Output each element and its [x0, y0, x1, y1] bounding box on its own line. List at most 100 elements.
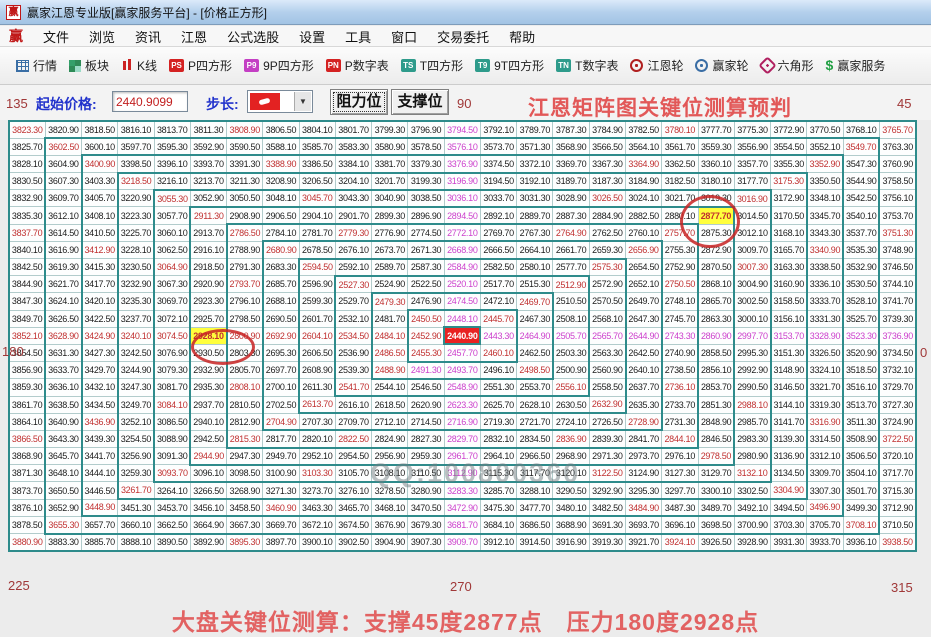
matrix-cell: 3374.50	[480, 155, 516, 172]
matrix-cell: 3938.50	[879, 534, 916, 551]
matrix-cell: 3916.90	[553, 534, 589, 551]
matrix-cell: 3079.30	[154, 362, 190, 379]
matrix-cell: 3504.10	[843, 465, 879, 482]
menu-item-0[interactable]: 文件	[33, 26, 79, 47]
matrix-cell: 3192.10	[517, 173, 553, 190]
matrix-cell: 3475.30	[480, 499, 516, 516]
matrix-cell: 2457.70	[444, 344, 480, 361]
matrix-cell: 3590.50	[227, 138, 263, 155]
matrix-cell: 3348.10	[807, 190, 843, 207]
matrix-cell: 2558.50	[589, 379, 625, 396]
matrix-cell: 2745.70	[662, 310, 698, 327]
matrix-cell: 3499.30	[843, 499, 879, 516]
matrix-cell: 2544.10	[372, 379, 408, 396]
matrix-cell: 3660.10	[118, 516, 154, 533]
tool-quotes-grid[interactable]: 行情	[10, 51, 63, 81]
matrix-cell: 2599.30	[299, 293, 335, 310]
matrix-cell: 2918.50	[190, 259, 226, 276]
matrix-cell: 2985.70	[734, 413, 770, 430]
matrix-cell: 3309.70	[807, 465, 843, 482]
matrix-cell: 3612.10	[45, 207, 81, 224]
matrix-cell: 3122.50	[589, 465, 625, 482]
tool-kline[interactable]: K线	[115, 51, 163, 81]
matrix-cell: 3506.50	[843, 448, 879, 465]
tool-p-table[interactable]: PNP数字表	[320, 51, 395, 81]
matrix-cell: 3518.50	[843, 362, 879, 379]
tool-nine-t-square[interactable]: T99T四方形	[469, 51, 550, 81]
matrix-cell: 3876.10	[9, 499, 45, 516]
matrix-row: 3859.303636.103432.103247.303081.702935.…	[9, 379, 916, 396]
matrix-cell: 2505.70	[553, 327, 589, 344]
matrix-cell: 3072.10	[154, 310, 190, 327]
matrix-cell: 2884.90	[589, 207, 625, 224]
nine-t-square-icon: T9	[475, 59, 490, 72]
combo-dropdown-arrow-icon[interactable]: ▼	[294, 92, 311, 111]
matrix-cell: 2580.10	[517, 259, 553, 276]
menu-item-1[interactable]: 浏览	[79, 26, 125, 47]
menu-item-5[interactable]: 设置	[289, 26, 335, 47]
menu-item-7[interactable]: 窗口	[381, 26, 427, 47]
matrix-cell: 2496.10	[480, 362, 516, 379]
menu-item-8[interactable]: 交易委托	[427, 26, 499, 47]
tool-p-square[interactable]: PSP四方形	[163, 51, 238, 81]
matrix-cell: 2709.70	[335, 413, 371, 430]
matrix-cell: 2731.30	[662, 413, 698, 430]
step-combobox[interactable]: ▼	[247, 90, 313, 113]
resistance-button[interactable]: 阻力位	[330, 89, 388, 115]
title-bar[interactable]: 赢 赢家江恩专业版[赢家服务平台] - [价格正方形]	[0, 0, 931, 25]
menu-item-2[interactable]: 资讯	[125, 26, 171, 47]
tool-hexagon[interactable]: 六角形	[755, 51, 820, 81]
matrix-cell: 3230.50	[118, 259, 154, 276]
matrix-cell: 3842.50	[9, 259, 45, 276]
matrix-cell: 3523.30	[843, 327, 879, 344]
tool-label: 板块	[85, 57, 109, 74]
matrix-cell: 2520.10	[444, 276, 480, 293]
tool-t-square[interactable]: TST四方形	[395, 51, 469, 81]
menu-item-4[interactable]: 公式选股	[217, 26, 289, 47]
matrix-cell: 2776.90	[372, 224, 408, 241]
matrix-cell: 2824.90	[372, 430, 408, 447]
tool-service-dollar[interactable]: $赢家服务	[820, 51, 892, 81]
matrix-cell: 2834.50	[517, 430, 553, 447]
matrix-cell: 2632.90	[589, 396, 625, 413]
matrix-cell: 3583.30	[335, 138, 371, 155]
tool-winner-wheel[interactable]: 赢家轮	[689, 51, 754, 81]
tool-sectors[interactable]: 板块	[63, 51, 115, 81]
matrix-cell: 2968.90	[553, 448, 589, 465]
matrix-cell: 3768.10	[843, 121, 879, 138]
tool-nine-p-square[interactable]: P9 9P四方形	[238, 51, 320, 81]
support-button[interactable]: 支撑位	[391, 89, 449, 115]
menu-item-6[interactable]: 工具	[335, 26, 381, 47]
tool-label: 9P四方形	[263, 57, 314, 74]
p-table-icon: PN	[326, 59, 341, 72]
matrix-cell: 3684.10	[480, 516, 516, 533]
pressure-level-ellipse-annotation	[191, 329, 255, 365]
matrix-cell: 3602.50	[45, 138, 81, 155]
matrix-cell: 3729.70	[879, 379, 916, 396]
matrix-cell: 3924.10	[662, 534, 698, 551]
matrix-cell: 3182.50	[662, 173, 698, 190]
matrix-cell: 2695.30	[263, 344, 299, 361]
matrix-cell: 3340.90	[807, 241, 843, 258]
start-price-input[interactable]	[112, 91, 188, 112]
matrix-cell: 3412.90	[82, 241, 118, 258]
matrix-cell: 3760.90	[879, 155, 916, 172]
matrix-cell: 3276.10	[335, 482, 371, 499]
matrix-cell: 2671.30	[408, 241, 444, 258]
matrix-cell: 3129.70	[698, 465, 734, 482]
matrix-cell: 3052.90	[190, 190, 226, 207]
tool-t-table[interactable]: TNT数字表	[550, 51, 624, 81]
matrix-row: 3864.103640.903436.903252.103086.502940.…	[9, 413, 916, 430]
matrix-cell: 2738.50	[662, 362, 698, 379]
menu-item-3[interactable]: 江恩	[171, 26, 217, 47]
matrix-cell: 3931.30	[771, 534, 807, 551]
matrix-cell: 3172.90	[771, 190, 807, 207]
t-square-icon: TS	[401, 59, 416, 72]
matrix-cell: 2899.30	[372, 207, 408, 224]
matrix-cell: 3424.90	[82, 327, 118, 344]
menu-item-9[interactable]: 帮助	[499, 26, 545, 47]
matrix-cell: 3439.30	[82, 430, 118, 447]
matrix-cell: 3487.30	[662, 499, 698, 516]
nine-p-square-icon: P9	[244, 59, 259, 72]
tool-gann-wheel[interactable]: 江恩轮	[624, 51, 689, 81]
